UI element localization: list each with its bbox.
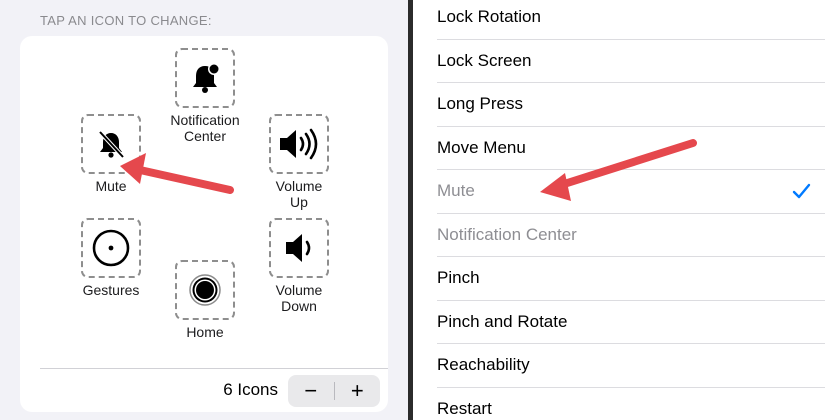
icon-slot-mute[interactable]: Mute xyxy=(56,114,166,194)
icon-box[interactable] xyxy=(269,114,329,174)
list-item-lock-rotation[interactable]: Lock Rotation xyxy=(437,0,825,40)
list-item-pinch[interactable]: Pinch xyxy=(437,257,825,301)
list-item-label: Reachability xyxy=(437,355,530,375)
list-item-label: Lock Rotation xyxy=(437,7,541,27)
icon-box[interactable] xyxy=(81,218,141,278)
list-item-pinch-and-rotate[interactable]: Pinch and Rotate xyxy=(437,301,825,344)
checkmark-icon xyxy=(792,183,811,199)
decrement-button[interactable]: − xyxy=(288,375,334,407)
icon-count-label: 6 Icons xyxy=(223,380,278,399)
speaker-low-icon xyxy=(286,234,311,262)
list-item-label: Pinch and Rotate xyxy=(437,311,568,331)
icon-label-mute: Mute xyxy=(95,178,127,194)
icon-slot-home[interactable]: Home xyxy=(150,260,260,340)
icon-label-volume-down: Volume Down xyxy=(275,282,323,314)
icon-box[interactable] xyxy=(269,218,329,278)
list-item-lock-screen[interactable]: Lock Screen xyxy=(437,40,825,83)
icon-slot-volume-up[interactable]: Volume Up xyxy=(244,114,354,210)
icon-count-stepper[interactable]: − + xyxy=(288,375,380,407)
icon-label-volume-up: Volume Up xyxy=(275,178,323,210)
speaker-loud-icon xyxy=(280,128,318,160)
list-item-move-menu[interactable]: Move Menu xyxy=(437,127,825,170)
list-item-label: Mute xyxy=(437,181,475,201)
list-item-reachability[interactable]: Reachability xyxy=(437,344,825,388)
list-item-label: Pinch xyxy=(437,268,480,288)
list-item-notification-center[interactable]: Notification Center xyxy=(437,214,825,257)
list-item-label: Lock Screen xyxy=(437,50,532,70)
list-item-label: Notification Center xyxy=(437,224,577,244)
list-item-mute[interactable]: Mute xyxy=(437,170,825,214)
circle-dot-icon xyxy=(92,229,130,267)
list-item-long-press[interactable]: Long Press xyxy=(437,83,825,127)
icon-slot-volume-down[interactable]: Volume Down xyxy=(244,218,354,314)
home-button-icon xyxy=(189,274,221,306)
bell-badge-icon xyxy=(193,63,220,93)
action-list-panel: Lock Rotation Lock Screen Long Press Mov… xyxy=(413,0,825,420)
list-item-label: Restart xyxy=(437,398,492,418)
divider xyxy=(40,368,388,369)
icon-box[interactable] xyxy=(175,48,235,108)
icon-customization-panel: TAP AN ICON TO CHANGE: Notification Cent… xyxy=(0,0,408,420)
bell-slash-icon xyxy=(98,130,125,159)
list-item-label: Move Menu xyxy=(437,137,526,157)
icon-label-home: Home xyxy=(186,324,224,340)
section-header: TAP AN ICON TO CHANGE: xyxy=(40,13,212,28)
icon-box[interactable] xyxy=(175,260,235,320)
icon-box[interactable] xyxy=(81,114,141,174)
list-item-label: Long Press xyxy=(437,94,523,114)
increment-button[interactable]: + xyxy=(335,375,381,407)
list-item-restart[interactable]: Restart xyxy=(437,388,825,420)
icon-grid-card: Notification Center Mute Volume Up Gestu… xyxy=(20,36,388,412)
